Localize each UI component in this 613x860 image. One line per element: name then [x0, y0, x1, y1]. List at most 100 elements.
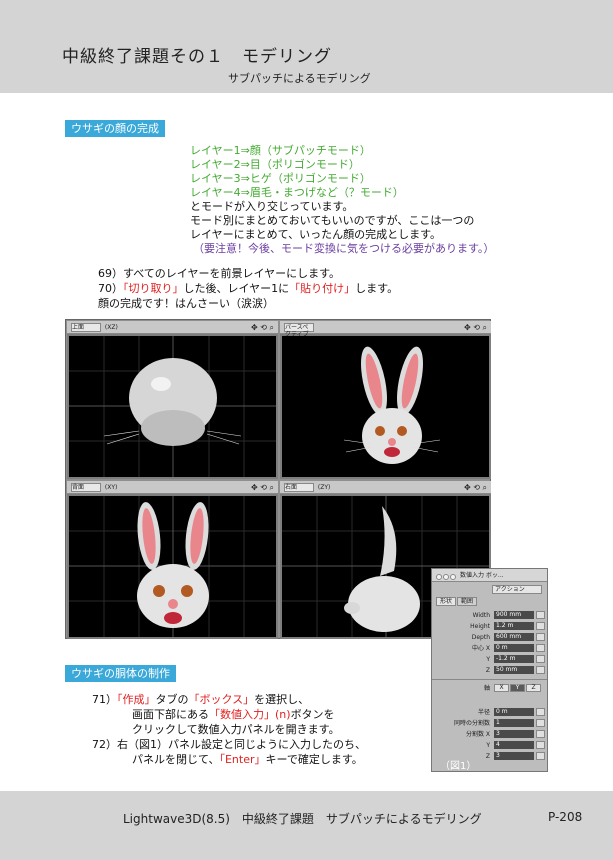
layer-line-4: レイヤー4⇒眉毛・まつげなど（？モード） [190, 186, 404, 199]
numeric-shortcut: (n) [275, 708, 291, 721]
step-71-text-b: を選択し、 [254, 693, 310, 706]
viewport-back-view-select[interactable]: 背面 [71, 483, 101, 492]
note-line-3: レイヤーにまとめて、いったん顔の完成とします。 [190, 228, 442, 241]
div-y-value[interactable]: 4 [494, 741, 534, 749]
panel-row-width[interactable]: Width 900 mm [436, 611, 546, 620]
panel-row-axis[interactable]: 軸 X Y Z [436, 684, 546, 693]
section-tag-face: ウサギの顔の完成 [65, 120, 165, 137]
segments-value[interactable]: 1 [494, 719, 534, 727]
step-71-number: 71） [92, 693, 117, 706]
face-complete-text: 顔の完成です！はんさーい（涙涙） [98, 297, 274, 310]
center-z-stepper[interactable] [536, 666, 545, 674]
div-y-stepper[interactable] [536, 741, 545, 749]
modeler-viewports: 上面 (XZ) ✥ ⟲ ⌕ パースペクティブ ✥ ⟲ ⌕ 背面 (XY) ✥ ⟲… [65, 319, 491, 639]
depth-value[interactable]: 600 mm [494, 633, 534, 641]
segments-stepper[interactable] [536, 719, 545, 727]
perspective-render [343, 346, 441, 464]
viewport-right-axis: (ZY) [317, 484, 331, 491]
axis-x-button[interactable]: X [494, 684, 509, 692]
step-72-line-1: 72）右（図1）パネル設定と同じように入力したのち、 [92, 738, 366, 751]
step-71-text-c: 画面下部にある [132, 708, 209, 721]
axis-label: 軸 [483, 685, 490, 692]
div-z-stepper[interactable] [536, 752, 545, 760]
viewport-right-view-select[interactable]: 右面 [284, 483, 314, 492]
radius-value[interactable]: 0 m [494, 708, 534, 716]
tab-range[interactable]: 範囲 [457, 597, 477, 606]
panel-row-div-y[interactable]: Y 4 [436, 741, 546, 750]
width-value[interactable]: 900 mm [494, 611, 534, 619]
div-x-stepper[interactable] [536, 730, 545, 738]
cut-command: 「切り取り」 [123, 282, 184, 295]
numeric-input-panel[interactable]: 数値入力 ボッ... アクション 形状 範囲 Width 900 mm Heig… [431, 568, 548, 772]
center-z-value[interactable]: 50 mm [494, 666, 534, 674]
panel-row-segments[interactable]: 同時の分割数 1 [436, 719, 546, 728]
viewport-perspective-screen [282, 336, 489, 477]
window-buttons[interactable] [436, 572, 457, 585]
note-line-2: モード別にまとめておいてもいいのですが、ここは一つの [190, 214, 475, 227]
center-x-label: 中心 X [471, 645, 490, 652]
center-y-value[interactable]: -1.2 m [494, 655, 534, 663]
panel-row-height[interactable]: Height 1.2 m [436, 622, 546, 631]
page-header: 中級終了課題その１ モデリング サブパッチによるモデリング [0, 0, 613, 93]
height-value[interactable]: 1.2 m [494, 622, 534, 630]
viewport-top-controls[interactable]: ✥ ⟲ ⌕ [251, 322, 274, 333]
step-71-text-d: ボタンを [290, 708, 335, 721]
box-tool-ref: 「ボックス」 [188, 693, 255, 706]
section-tag-body: ウサギの胴体の制作 [65, 665, 176, 682]
step-70: 70）「切り取り」した後、レイヤー1に「貼り付け」します。 [98, 281, 398, 296]
warning-note: （要注意！今後、モード変換に気をつける必要があります。） [193, 242, 495, 255]
viewport-top[interactable]: 上面 (XZ) ✥ ⟲ ⌕ [67, 321, 278, 479]
panel-row-depth[interactable]: Depth 600 mm [436, 633, 546, 642]
viewport-back-screen [69, 496, 276, 637]
viewport-back-controls[interactable]: ✥ ⟲ ⌕ [251, 482, 274, 493]
step-71-line-1: 71）「作成」タブの「ボックス」を選択し、 [92, 692, 309, 707]
radius-label: 半径 [477, 709, 490, 716]
step-71-text-a: タブの [155, 693, 189, 706]
axis-z-button[interactable]: Z [526, 684, 541, 692]
depth-stepper[interactable] [536, 633, 545, 641]
panel-title: 数値入力 ボッ... [460, 572, 504, 579]
layer-line-3: レイヤー3⇒ヒゲ（ポリゴンモード） [190, 172, 371, 185]
panel-divider [432, 679, 547, 680]
segments-label: 同時の分割数 [453, 720, 490, 727]
paste-command: 「貼り付け」 [289, 282, 356, 295]
height-stepper[interactable] [536, 622, 545, 630]
height-label: Height [470, 623, 490, 630]
axis-y-button[interactable]: Y [510, 684, 525, 692]
page-title: 中級終了課題その１ モデリング [62, 47, 332, 67]
center-y-stepper[interactable] [536, 655, 545, 663]
layer-line-2: レイヤー2⇒目（ポリゴンモード） [190, 158, 360, 171]
step-70-text-b: します。 [355, 282, 399, 295]
radius-stepper[interactable] [536, 708, 545, 716]
tab-shape[interactable]: 形状 [436, 597, 456, 606]
viewport-right-controls[interactable]: ✥ ⟲ ⌕ [464, 482, 487, 493]
panel-row-center-z[interactable]: Z 50 mm [436, 666, 546, 675]
div-x-value[interactable]: 3 [494, 730, 534, 738]
viewport-perspective-controls[interactable]: ✥ ⟲ ⌕ [464, 322, 487, 333]
back-view-render [69, 496, 276, 637]
viewport-perspective-view-select[interactable]: パースペクティブ [284, 323, 314, 338]
div-z-value[interactable]: 3 [494, 752, 534, 760]
panel-mode-select[interactable]: アクション [492, 585, 542, 594]
panel-row-radius[interactable]: 半径 0 m [436, 708, 546, 717]
viewport-perspective[interactable]: パースペクティブ ✥ ⟲ ⌕ [280, 321, 491, 479]
viewport-perspective-toolbar: パースペクティブ ✥ ⟲ ⌕ [280, 321, 491, 338]
panel-row-div-x[interactable]: 分割数 X 3 [436, 730, 546, 739]
panel-row-center-y[interactable]: Y -1.2 m [436, 655, 546, 664]
viewport-top-screen [69, 336, 276, 477]
viewport-top-view-select[interactable]: 上面 [71, 323, 101, 332]
viewport-back-axis: (XY) [104, 484, 118, 491]
note-line-1: とモードが入り交じっています。 [190, 200, 354, 213]
panel-titlebar: 数値入力 ボッ... [432, 569, 547, 582]
panel-row-center-x[interactable]: 中心 X 0 m [436, 644, 546, 653]
viewport-back[interactable]: 背面 (XY) ✥ ⟲ ⌕ [67, 481, 278, 639]
center-x-stepper[interactable] [536, 644, 545, 652]
width-stepper[interactable] [536, 611, 545, 619]
step-72-line-2: パネルを閉じて、「Enter」キーで確定します。 [132, 752, 363, 767]
center-x-value[interactable]: 0 m [494, 644, 534, 652]
div-x-label: 分割数 X [465, 731, 490, 738]
viewport-top-toolbar: 上面 (XZ) ✥ ⟲ ⌕ [67, 321, 278, 334]
viewport-right-toolbar: 右面 (ZY) ✥ ⟲ ⌕ [280, 481, 491, 494]
layer-line-1: レイヤー1⇒顔（サブパッチモード） [190, 144, 371, 157]
top-view-render [69, 336, 276, 477]
